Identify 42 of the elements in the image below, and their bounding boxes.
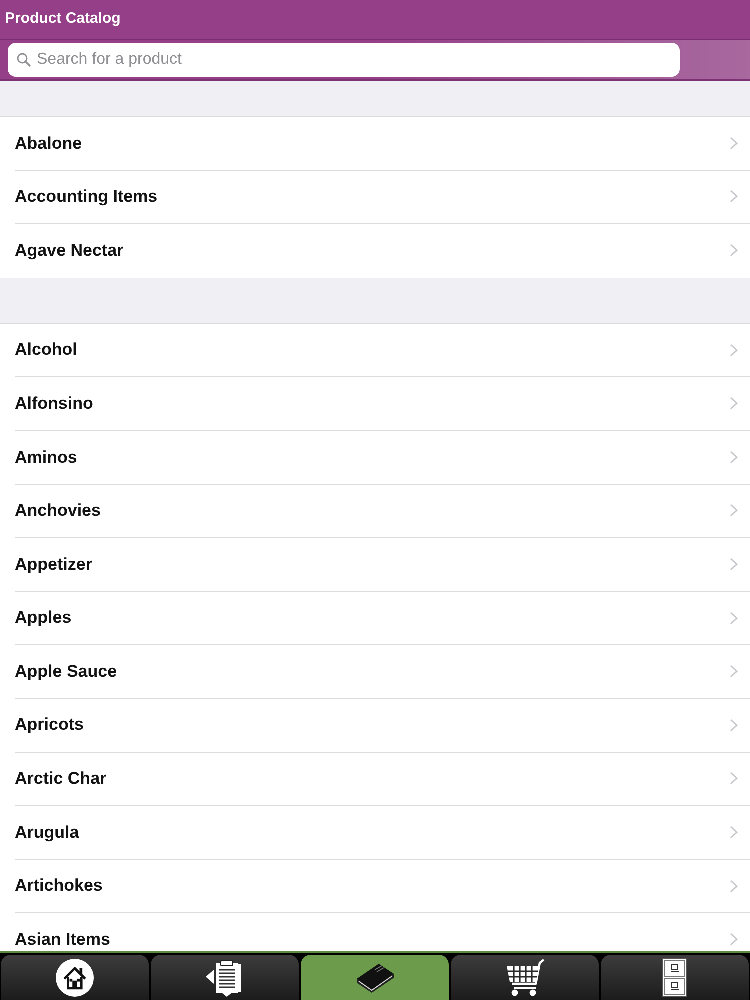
chevron-right-icon: [730, 504, 738, 518]
shopping-cart-icon: [504, 958, 546, 998]
tab-button[interactable]: [301, 955, 449, 1000]
chevron-right-icon: [730, 344, 738, 357]
list-item[interactable]: Arugula: [0, 806, 750, 860]
list-item[interactable]: Alcohol: [0, 324, 750, 378]
list-item[interactable]: Aminos: [0, 430, 750, 485]
book-icon: [355, 962, 395, 994]
chevron-right-icon: [730, 450, 738, 464]
chevron-right-icon: [730, 612, 738, 625]
file-cabinet-icon: [662, 958, 688, 998]
tab-button[interactable]: [1, 955, 149, 1000]
list-item[interactable]: Apple Sauce: [0, 645, 750, 699]
chevron-right-icon: [730, 880, 738, 893]
chevron-right-icon: [730, 718, 738, 732]
tab-button[interactable]: [151, 955, 299, 1000]
list-item[interactable]: Appetizer: [0, 538, 750, 592]
chevron-right-icon: [730, 558, 738, 571]
chevron-right-icon: [730, 190, 738, 204]
tab-button[interactable]: [601, 955, 749, 1000]
chevron-right-icon: [730, 136, 738, 150]
chevron-right-icon: [730, 933, 738, 946]
chevron-right-icon: [730, 244, 738, 258]
list-item[interactable]: Artichokes: [0, 860, 750, 914]
list-item[interactable]: Anchovies: [0, 484, 750, 538]
search-icon: [17, 52, 31, 66]
list-item[interactable]: Agave Nectar: [0, 224, 750, 278]
chevron-right-icon: [730, 397, 738, 410]
list-item[interactable]: Alfonsino: [0, 377, 750, 431]
chevron-right-icon: [730, 826, 738, 839]
list-item[interactable]: Apricots: [0, 698, 750, 753]
chevron-right-icon: [730, 665, 738, 678]
list-item[interactable]: Accounting Items: [0, 170, 750, 224]
list-item[interactable]: Asian Items: [0, 913, 750, 951]
list-item[interactable]: Apples: [0, 592, 750, 646]
chevron-right-icon: [730, 772, 738, 786]
search-field[interactable]: Search for a product: [8, 42, 680, 76]
list-item[interactable]: Arctic Char: [0, 752, 750, 806]
house-icon: [56, 958, 94, 996]
window-title: Product Catalog: [5, 9, 121, 30]
list-item[interactable]: Abalone: [0, 117, 750, 171]
tab-button[interactable]: [451, 955, 599, 1000]
